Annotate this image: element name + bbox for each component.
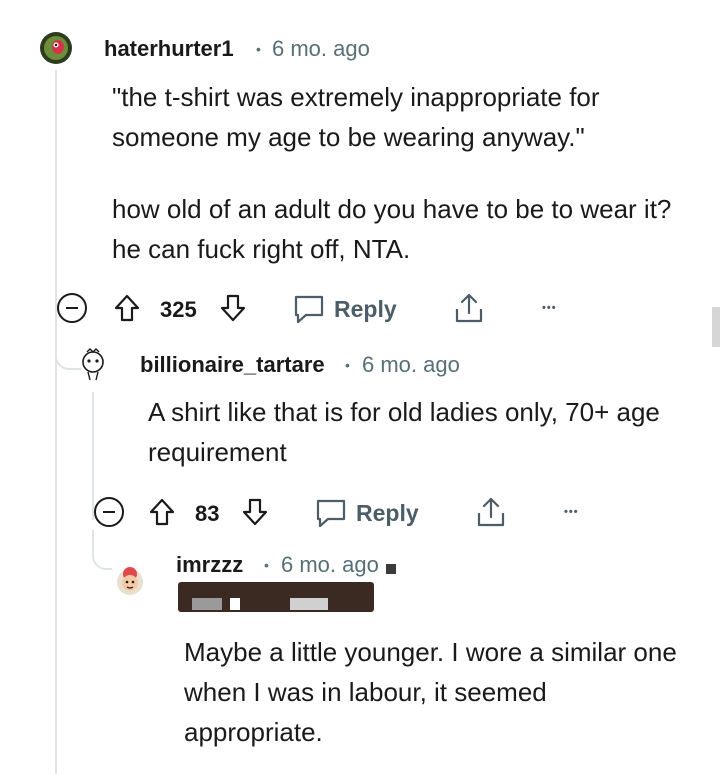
- meta-separator: •: [264, 557, 269, 573]
- thread-connector: [92, 530, 112, 570]
- collapse-button[interactable]: [56, 292, 88, 324]
- username[interactable]: imrzzz: [176, 552, 243, 578]
- comment-body: Maybe a little younger. I wore a similar…: [184, 637, 677, 747]
- meta-separator: •: [256, 41, 261, 57]
- thread-line[interactable]: [55, 200, 57, 774]
- username[interactable]: billionaire_tartare: [140, 352, 325, 378]
- share-icon: [477, 497, 505, 527]
- comment-paragraph: "the t-shirt was extremely inappropriate…: [112, 82, 600, 152]
- meta-separator: •: [345, 357, 350, 373]
- downvote-arrow-icon: [242, 498, 268, 526]
- username[interactable]: haterhurter1: [104, 36, 234, 62]
- reply-label: Reply: [334, 295, 397, 322]
- timestamp[interactable]: 6 mo. ago: [281, 552, 379, 578]
- more-options-icon[interactable]: •••: [564, 506, 579, 518]
- chat-bubble-icon: [294, 295, 324, 324]
- comment-billionaire_tartare: billionaire_tartare • 6 mo. ago A shirt …: [0, 330, 720, 530]
- vote-count: 325: [160, 297, 197, 322]
- comment-imrzzz: imrzzz • 6 mo. ago Maybe a little younge…: [0, 200, 720, 774]
- redaction-block: [178, 582, 374, 612]
- collapse-icon: [94, 497, 124, 527]
- more-options-icon[interactable]: •••: [542, 302, 557, 314]
- share-icon: [455, 293, 483, 323]
- avatar[interactable]: [39, 31, 73, 65]
- comment-haterhurter1: haterhurter1 • 6 mo. ago "the t-shirt wa…: [0, 0, 720, 330]
- upvote-arrow-icon: [114, 294, 140, 322]
- cursor-mark: [386, 564, 396, 574]
- downvote-button[interactable]: [218, 292, 248, 324]
- downvote-arrow-icon: [220, 294, 246, 322]
- timestamp[interactable]: 6 mo. ago: [362, 352, 460, 378]
- share-button[interactable]: [452, 291, 486, 325]
- upvote-arrow-icon: [149, 498, 175, 526]
- upvote-button[interactable]: [147, 496, 177, 528]
- reply-button[interactable]: Reply: [314, 493, 419, 533]
- reply-label: Reply: [356, 499, 419, 526]
- comment-paragraph: how old of an adult do you have to be to…: [112, 194, 672, 264]
- comment-body: "the t-shirt was extremely inappropriate…: [112, 77, 672, 269]
- avatar[interactable]: [114, 564, 146, 598]
- comment-body: A shirt like that is for old ladies only…: [148, 397, 660, 467]
- collapse-icon: [57, 293, 87, 323]
- collapse-button[interactable]: [93, 496, 125, 528]
- downvote-button[interactable]: [240, 496, 270, 528]
- upvote-button[interactable]: [112, 292, 142, 324]
- chat-bubble-icon: [316, 499, 346, 528]
- timestamp[interactable]: 6 mo. ago: [272, 36, 370, 62]
- vote-count: 83: [195, 501, 220, 526]
- avatar[interactable]: [78, 348, 108, 384]
- share-button[interactable]: [474, 495, 508, 529]
- reply-button[interactable]: Reply: [292, 289, 397, 329]
